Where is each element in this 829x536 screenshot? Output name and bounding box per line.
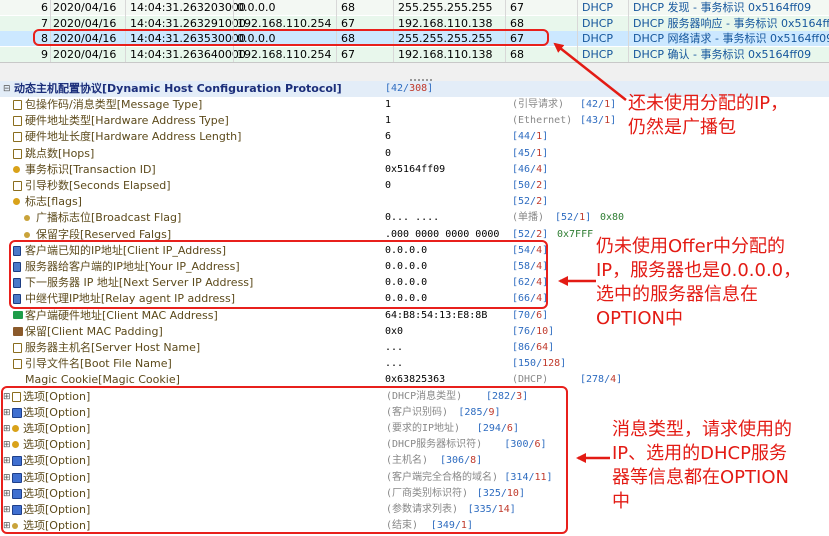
field-label: 服务器主机名[Server Host Name] <box>25 341 201 354</box>
packet-cell-no: 9 <box>41 47 48 61</box>
tree-field-row[interactable]: 标志[flags] [52/2] <box>0 194 829 210</box>
packet-cell-dst: 192.168.110.138 <box>398 47 493 61</box>
packet-cell-proto: DHCP <box>582 16 614 30</box>
field-mac-icon <box>13 310 23 319</box>
field-offset: [150/128] <box>512 358 567 370</box>
annotation-ip-zero: 仍未使用Offer中分配的 IP，服务器也是0.0.0.0， 选中的服务器信息在… <box>596 236 802 329</box>
field-value: 1 <box>385 99 392 110</box>
packet-cell-dst: 255.255.255.255 <box>398 1 493 14</box>
tree-field-row[interactable]: 引导文件名[Boot File Name]... [150/128] <box>0 356 829 372</box>
tree-field-row[interactable]: 跳点数[Hops] 0 [45/1] <box>0 146 829 162</box>
field-db-icon <box>13 326 23 336</box>
field-doc-icon <box>13 359 22 370</box>
field-offset: [52/1] <box>555 212 592 224</box>
column-divider <box>628 0 629 62</box>
packet-cell-info: DHCP 确认 - 事务标识 0x5164ff09 <box>633 47 812 61</box>
field-offset: [43/1] <box>580 115 617 127</box>
packet-cell-time: 14:04:31.263203000 <box>130 1 246 14</box>
highlight-box-options <box>1 386 568 534</box>
field-value: 64:B8:54:13:E8:8B <box>385 309 488 321</box>
field-offset: [44/1] <box>512 131 549 143</box>
packet-cell-time: 14:04:31.263640000 <box>130 47 246 61</box>
field-hex: 0x80 <box>600 212 625 224</box>
field-doc-icon <box>13 181 22 191</box>
field-offset: [46/4] <box>512 163 549 175</box>
field-label: 引导文件名[Boot File Name] <box>25 357 172 371</box>
packet-cell-info: DHCP 网络请求 - 事务标识 0x5164ff09 <box>633 32 829 45</box>
field-value: 0x0 <box>385 325 404 337</box>
packet-cell-plen: 68 <box>510 47 524 61</box>
field-label: 保留[Client MAC Padding] <box>25 324 163 338</box>
field-value: 0... .... <box>385 212 440 224</box>
field-hex: 0x7FFF <box>557 228 594 240</box>
field-description: (单播) <box>512 212 545 224</box>
field-value: ... <box>385 342 404 353</box>
field-label: 事务标识[Transaction ID] <box>25 162 156 176</box>
field-offset: [42/1] <box>580 99 617 110</box>
field-value: 0x5164ff09 <box>385 163 446 175</box>
field-value: ... <box>385 358 404 370</box>
tree-field-row[interactable]: 服务器主机名[Server Host Name]... [86/64] <box>0 340 829 356</box>
field-offset: [50/2] <box>512 180 549 191</box>
field-label: 广播标志位[Broadcast Flag] <box>36 211 182 225</box>
field-label: 标志[flags] <box>25 195 82 209</box>
packet-cell-no: 6 <box>41 1 48 14</box>
annotation-options: 消息类型，请求使用的 IP、选用的DHCP服务 器等信息都在OPTION 中 <box>612 419 792 512</box>
dhcp-header-offset: [42/308] <box>385 83 434 94</box>
dhcp-header-label: 动态主机配置协议[Dynamic Host Configuration Prot… <box>14 82 342 95</box>
packet-cell-proto: DHCP <box>582 1 614 14</box>
field-label: 包操作码/消息类型[Message Type] <box>25 98 203 111</box>
packet-cell-info: DHCP 服务器响应 - 事务标识 0x5164ff09 <box>633 16 829 30</box>
annotation-broadcast: 还未使用分配的IP， 仍然是广播包 <box>628 93 789 138</box>
field-key-icon <box>13 198 20 206</box>
field-description: (Ethernet) <box>512 115 573 127</box>
tree-field-row[interactable]: 引导秒数[Seconds Elapsed] 0 [50/2] <box>0 178 829 194</box>
field-doc-icon <box>13 343 22 353</box>
field-doc-icon <box>13 116 22 127</box>
packet-cell-src: 0.0.0.0 <box>237 1 276 14</box>
packet-cell-src: 192.168.110.254 <box>237 47 332 61</box>
field-offset: [45/1] <box>512 147 549 159</box>
collapse-icon[interactable]: ⊟ <box>3 81 11 97</box>
field-label: 硬件地址类型[Hardware Address Type] <box>25 114 229 128</box>
packet-cell-len: 68 <box>341 1 355 14</box>
field-offset: [70/6] <box>512 309 549 321</box>
field-value: 0 <box>385 147 392 159</box>
field-offset: [278/4] <box>580 374 623 386</box>
field-doc-icon <box>13 132 22 143</box>
field-label: 引导秒数[Seconds Elapsed] <box>25 179 171 192</box>
packet-cell-plen: 67 <box>510 1 524 14</box>
field-label: 客户端硬件地址[Client MAC Address] <box>25 308 218 322</box>
packet-cell-proto: DHCP <box>582 47 614 61</box>
field-doc-icon <box>13 100 22 110</box>
field-value: 1 <box>385 115 392 127</box>
field-offset: [86/64] <box>512 342 555 353</box>
pane-splitter[interactable] <box>0 62 829 82</box>
field-dot-icon <box>24 215 30 222</box>
field-doc-icon <box>13 148 22 159</box>
packet-cell-proto: DHCP <box>582 32 614 45</box>
packet-cell-len: 67 <box>341 47 355 61</box>
field-value: 0 <box>385 180 392 191</box>
field-description: (引导请求) <box>512 99 565 110</box>
packet-cell-info: DHCP 发现 - 事务标识 0x5164ff09 <box>633 1 812 14</box>
field-offset: [52/2] <box>512 196 549 208</box>
field-dot-icon <box>24 231 30 238</box>
field-key-icon <box>13 165 20 173</box>
packet-cell-date: 2020/04/16 <box>53 1 117 14</box>
tree-field-row[interactable]: 广播标志位[Broadcast Flag] 0... .... (单播) [52/1]… <box>0 210 829 226</box>
packet-cell-date: 2020/04/16 <box>53 47 117 61</box>
highlight-box-ip-fields <box>9 240 548 309</box>
column-divider <box>577 0 578 62</box>
field-offset: [76/10] <box>512 325 555 337</box>
tree-field-row[interactable]: 事务标识[Transaction ID] 0x5164ff09 [46/4] <box>0 162 829 178</box>
field-value: 6 <box>385 131 392 143</box>
field-label: 硬件地址长度[Hardware Address Length] <box>25 130 242 144</box>
field-label: 跳点数[Hops] <box>25 146 95 160</box>
highlight-box-packet-8 <box>33 29 549 46</box>
